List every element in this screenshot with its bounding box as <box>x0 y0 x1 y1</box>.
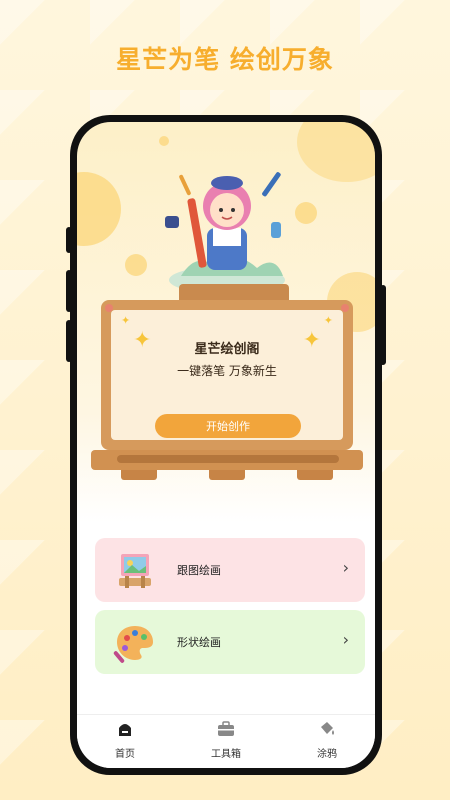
sparkle-icon: ✦ <box>323 314 333 327</box>
phone-side-button <box>66 227 72 253</box>
shape-drawing-card[interactable]: 形状绘画 › <box>95 610 365 674</box>
decor-circle <box>125 254 147 276</box>
shape-drawing-label: 形状绘画 <box>177 636 221 649</box>
phone-side-button <box>66 270 72 312</box>
banner-title: 星芒为笔 绘创万象 <box>116 45 334 74</box>
phone-side-button <box>66 320 72 362</box>
home-icon <box>119 724 131 736</box>
artist-girl-illustration <box>165 172 285 294</box>
board-panel: ✦ ✦ ✦ ✦ 星芒绘创阁 一键落笔 万象新生 开始创作 <box>111 310 343 440</box>
palette-icon <box>113 626 153 663</box>
board-title: 星芒绘创阁 <box>194 342 260 357</box>
easel-board: ✦ ✦ ✦ ✦ 星芒绘创阁 一键落笔 万象新生 开始创作 <box>101 300 353 450</box>
tab-doodle[interactable]: 涂鸦 <box>297 721 357 760</box>
app-screen: ✦ ✦ ✦ ✦ 星芒绘创阁 一键落笔 万象新生 开始创作 跟图绘画 › 形状绘画… <box>77 122 375 768</box>
decor-circle <box>77 172 121 246</box>
tab-doodle-label: 涂鸦 <box>317 749 337 760</box>
easel-foot <box>121 470 157 480</box>
toolbox-icon <box>218 721 234 736</box>
phone-side-button <box>380 285 386 365</box>
decor-circle <box>159 136 169 146</box>
chevron-right-icon: › <box>342 630 349 649</box>
tab-toolbox[interactable]: 工具箱 <box>196 721 256 760</box>
easel-painting-icon <box>119 554 151 588</box>
decor-circle <box>297 122 375 182</box>
easel-ledge <box>91 450 363 470</box>
trace-drawing-label: 跟图绘画 <box>177 564 221 577</box>
start-creating-button[interactable]: 开始创作 <box>155 414 301 438</box>
bottom-tab-bar: 首页 工具箱 涂鸦 <box>77 714 375 768</box>
chevron-right-icon: › <box>342 558 349 577</box>
tab-home-label: 首页 <box>115 749 135 760</box>
decor-circle <box>295 202 317 224</box>
sparkle-icon: ✦ <box>121 314 131 327</box>
ledge-slot <box>117 455 339 463</box>
easel-foot <box>209 470 245 480</box>
tab-toolbox-label: 工具箱 <box>211 749 241 760</box>
paint-bucket-icon <box>321 722 334 735</box>
easel-foot <box>297 470 333 480</box>
board-subtitle: 一键落笔 万象新生 <box>177 364 277 378</box>
trace-drawing-card[interactable]: 跟图绘画 › <box>95 538 365 602</box>
tab-home[interactable]: 首页 <box>95 721 155 760</box>
phone-frame: ✦ ✦ ✦ ✦ 星芒绘创阁 一键落笔 万象新生 开始创作 跟图绘画 › 形状绘画… <box>66 115 386 775</box>
